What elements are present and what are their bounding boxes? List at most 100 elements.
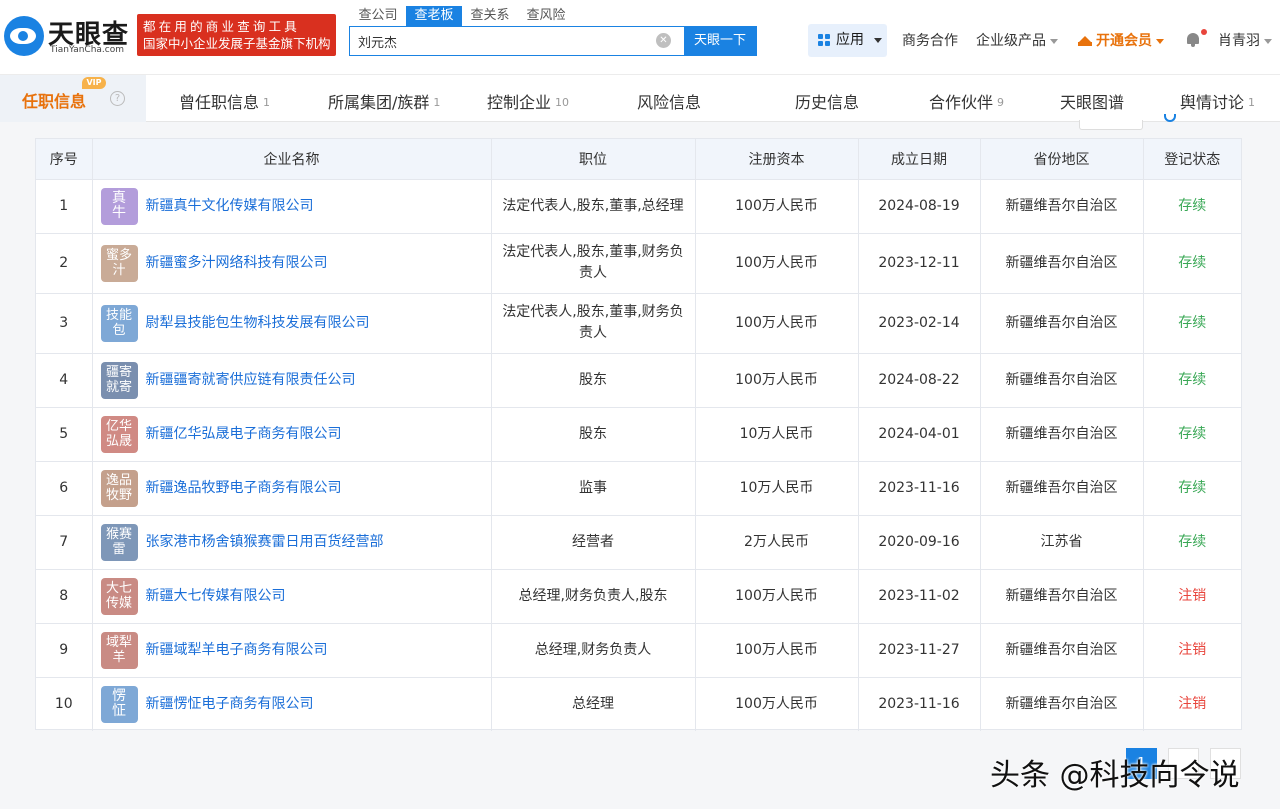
company-cell: 大七传媒 新疆大七传媒有限公司 xyxy=(92,569,492,624)
nav-enterprise-products[interactable]: 企业级产品 xyxy=(976,30,1058,50)
tab-partners[interactable]: 合作伙伴 9 xyxy=(929,89,1004,113)
company-cell: 真牛 新疆真牛文化传媒有限公司 xyxy=(92,179,492,234)
user-menu[interactable]: 肖青羽 xyxy=(1218,30,1272,50)
row-index: 7 xyxy=(36,515,93,570)
region-cell: 新疆维吾尔自治区 xyxy=(980,233,1144,294)
slogan-line-2: 国家中小企业发展子基金旗下机构 xyxy=(143,36,331,51)
table-row[interactable]: 1 真牛 新疆真牛文化传媒有限公司 法定代表人,股东,董事,总经理 100万人民币 202… xyxy=(36,179,1241,234)
col-capital: 注册资本 xyxy=(695,139,859,180)
grid-icon xyxy=(818,34,831,47)
position-cell: 总经理,财务负责人,股东 xyxy=(491,569,696,624)
date-cell: 2024-08-19 xyxy=(858,179,981,234)
date-cell: 2024-08-22 xyxy=(858,353,981,408)
status-badge: 存续 xyxy=(1143,515,1241,570)
region-cell: 新疆维吾尔自治区 xyxy=(980,293,1144,354)
table-row[interactable]: 4 疆寄就寄 新疆疆寄就寄供应链有限责任公司 股东 100万人民币 2024-08-22 新… xyxy=(36,353,1241,408)
company-name-link[interactable]: 新疆大七传媒有限公司 xyxy=(146,586,286,607)
table-row[interactable]: 7 猴赛雷 张家港市杨舍镇猴赛雷日用百货经营部 经营者 2万人民币 2020-09-16 江… xyxy=(36,515,1241,570)
nav-business-cooperation[interactable]: 商务合作 xyxy=(902,30,958,50)
company-name-link[interactable]: 新疆蜜多汁网络科技有限公司 xyxy=(146,253,328,274)
tab-group[interactable]: 所属集团/族群 1 xyxy=(328,89,440,113)
capital-cell: 100万人民币 xyxy=(695,293,859,354)
company-cell: 亿华弘晟 新疆亿华弘晟电子商务有限公司 xyxy=(92,407,492,462)
tab-current-positions[interactable]: 任职信息 VIP ? xyxy=(0,75,146,122)
table-row[interactable]: 2 蜜多汁 新疆蜜多汁网络科技有限公司 法定代表人,股东,董事,财务负责人 100万人民… xyxy=(36,233,1241,294)
row-index: 5 xyxy=(36,407,93,462)
company-logo-avatar: 逸品牧野 xyxy=(100,469,138,507)
tab-label: 风险信息 xyxy=(637,93,702,112)
company-cell: 域犁羊 新疆域犁羊电子商务有限公司 xyxy=(92,623,492,678)
search-tab-boss[interactable]: 查老板 xyxy=(406,6,462,26)
vip-badge: VIP xyxy=(82,77,106,89)
capital-cell: 100万人民币 xyxy=(695,677,859,731)
chevron-down-icon xyxy=(1050,38,1058,44)
tab-risk-info[interactable]: 风险信息 xyxy=(637,89,701,113)
search-tab-risk[interactable]: 查风险 xyxy=(518,6,574,26)
status-badge: 存续 xyxy=(1143,293,1241,354)
table-row[interactable]: 8 大七传媒 新疆大七传媒有限公司 总经理,财务负责人,股东 100万人民币 2023-1… xyxy=(36,569,1241,624)
region-cell: 江苏省 xyxy=(980,515,1144,570)
table-row[interactable]: 10 愣怔 新疆愣怔电子商务有限公司 总经理 100万人民币 2023-11-16 新疆维吾… xyxy=(36,677,1241,731)
tab-count: 9 xyxy=(997,96,1005,109)
clear-icon[interactable]: ✕ xyxy=(656,33,671,48)
tab-past-positions[interactable]: 曾任职信息 1 xyxy=(179,89,270,113)
tab-public-opinion[interactable]: 舆情讨论 1 xyxy=(1180,89,1255,113)
tab-graph[interactable]: 天眼图谱 xyxy=(1060,89,1124,113)
date-cell: 2024-04-01 xyxy=(858,407,981,462)
row-index: 9 xyxy=(36,623,93,678)
chevron-down-icon xyxy=(874,38,882,43)
position-cell: 股东 xyxy=(491,407,696,462)
help-icon[interactable]: ? xyxy=(110,91,125,106)
apps-button[interactable]: 应用 xyxy=(808,24,887,57)
tab-controlled-companies[interactable]: 控制企业 10 xyxy=(487,89,569,113)
tab-count: 10 xyxy=(555,96,570,109)
tab-history[interactable]: 历史信息 xyxy=(795,89,859,113)
tab-label: 所属集团/族群 xyxy=(328,93,430,112)
bell-icon[interactable] xyxy=(1186,32,1200,47)
company-name-link[interactable]: 新疆逸品牧野电子商务有限公司 xyxy=(146,478,342,499)
logo-domain: TianYanCha.com xyxy=(50,45,125,55)
status-badge: 存续 xyxy=(1143,407,1241,462)
company-name-link[interactable]: 新疆疆寄就寄供应链有限责任公司 xyxy=(146,370,356,391)
region-cell: 新疆维吾尔自治区 xyxy=(980,407,1144,462)
table-row[interactable]: 6 逸品牧野 新疆逸品牧野电子商务有限公司 监事 10万人民币 2023-11-16 新疆维… xyxy=(36,461,1241,516)
table-row[interactable]: 5 亿华弘晟 新疆亿华弘晟电子商务有限公司 股东 10万人民币 2024-04-01 新疆维… xyxy=(36,407,1241,462)
company-name-link[interactable]: 新疆亿华弘晟电子商务有限公司 xyxy=(146,424,342,445)
search-input[interactable] xyxy=(350,27,684,55)
table-header-row: 序号 企业名称 职位 注册资本 成立日期 省份地区 登记状态 xyxy=(36,139,1241,180)
company-name-link[interactable]: 尉犁县技能包生物科技发展有限公司 xyxy=(146,313,370,334)
tianyancha-logo[interactable]: 天眼查 TianYanCha.com xyxy=(4,14,132,58)
tab-count: 1 xyxy=(263,96,271,109)
company-name-link[interactable]: 新疆域犁羊电子商务有限公司 xyxy=(146,640,328,661)
company-cell: 愣怔 新疆愣怔电子商务有限公司 xyxy=(92,677,492,731)
status-badge: 存续 xyxy=(1143,179,1241,234)
company-name-link[interactable]: 张家港市杨舍镇猴赛雷日用百货经营部 xyxy=(146,532,384,553)
region-cell: 新疆维吾尔自治区 xyxy=(980,179,1144,234)
watermark: 头条 @科技向令说 xyxy=(990,758,1240,793)
company-name-link[interactable]: 新疆真牛文化传媒有限公司 xyxy=(146,196,314,217)
row-index: 8 xyxy=(36,569,93,624)
status-badge: 存续 xyxy=(1143,233,1241,294)
region-cell: 新疆维吾尔自治区 xyxy=(980,677,1144,731)
tab-label: 历史信息 xyxy=(795,93,860,112)
filter-dropdown[interactable] xyxy=(1079,120,1143,130)
position-cell: 总经理 xyxy=(491,677,696,731)
company-logo-avatar: 真牛 xyxy=(100,187,138,225)
region-cell: 新疆维吾尔自治区 xyxy=(980,623,1144,678)
search-tab-company[interactable]: 查公司 xyxy=(350,6,406,26)
company-name-link[interactable]: 新疆愣怔电子商务有限公司 xyxy=(146,694,314,715)
company-logo-avatar: 亿华弘晟 xyxy=(100,415,138,453)
col-position: 职位 xyxy=(491,139,696,180)
tab-label: 舆情讨论 xyxy=(1180,93,1245,112)
table-row[interactable]: 9 域犁羊 新疆域犁羊电子商务有限公司 总经理,财务负责人 100万人民币 2023-11… xyxy=(36,623,1241,678)
status-badge: 存续 xyxy=(1143,461,1241,516)
nav-vip[interactable]: 开通会员 xyxy=(1078,30,1164,50)
search-type-tabs: 查公司 查老板 查关系 查风险 xyxy=(350,6,574,26)
date-cell: 2023-12-11 xyxy=(858,233,981,294)
top-header: 天眼查 TianYanCha.com 都在用的商业查询工具 国家中小企业发展子基… xyxy=(0,0,1280,74)
position-cell: 法定代表人,股东,董事,财务负责人 xyxy=(491,293,696,354)
company-logo-avatar: 猴赛雷 xyxy=(100,523,138,561)
table-row[interactable]: 3 技能包 尉犁县技能包生物科技发展有限公司 法定代表人,股东,董事,财务负责人 100… xyxy=(36,293,1241,354)
search-button[interactable]: 天眼一下 xyxy=(684,27,756,55)
search-tab-relation[interactable]: 查关系 xyxy=(462,6,518,26)
